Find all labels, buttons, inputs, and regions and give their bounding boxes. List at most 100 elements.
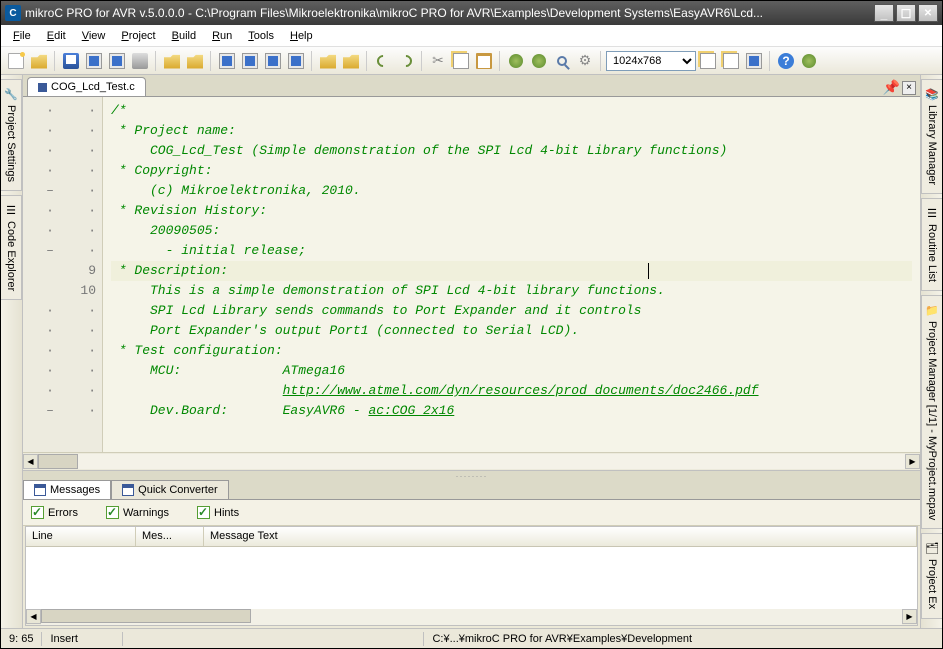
menu-build[interactable]: Build: [164, 27, 204, 45]
col-line[interactable]: Line: [26, 527, 136, 546]
sidebar-tab-library-manager[interactable]: 📚Library Manager: [921, 79, 942, 194]
grid-icon: [723, 53, 739, 69]
close-tab-button[interactable]: ×: [902, 81, 916, 95]
tb-btn-4[interactable]: [239, 50, 261, 72]
folder-icon: 📁: [925, 304, 939, 317]
menu-view[interactable]: View: [74, 27, 114, 45]
code-editor[interactable]: /* * Project name: COG_Lcd_Test (Simple …: [103, 97, 920, 452]
copy-button[interactable]: [450, 50, 472, 72]
tab-quick-converter[interactable]: Quick Converter: [111, 480, 228, 499]
sidebar-tab-project-explorer[interactable]: 🗂Project Ex: [921, 533, 942, 618]
sidebar-tab-project-settings[interactable]: 🔧Project Settings: [1, 79, 22, 191]
tb-btn-2[interactable]: [184, 50, 206, 72]
converter-icon: [122, 484, 134, 496]
url-link[interactable]: http://www.atmel.com/dyn/resources/prod_…: [283, 383, 759, 398]
table-header: Line Mes... Message Text: [26, 527, 917, 547]
tb-btn-9[interactable]: [551, 50, 573, 72]
tab-messages[interactable]: Messages: [23, 480, 111, 499]
warnings-checkbox[interactable]: Warnings: [106, 506, 169, 519]
main-area: 🔧Project Settings ☰Code Explorer COG_Lcd…: [1, 75, 942, 628]
new-file-button[interactable]: [5, 50, 27, 72]
file-tab[interactable]: COG_Lcd_Test.c: [27, 77, 146, 96]
save-all-button[interactable]: [83, 50, 105, 72]
errors-checkbox[interactable]: Errors: [31, 506, 78, 519]
paste-button[interactable]: [473, 50, 495, 72]
wrench-icon: 🔧: [4, 88, 18, 101]
messages-hscrollbar[interactable]: ◀ ▶: [26, 609, 917, 625]
save-project-button[interactable]: [106, 50, 128, 72]
folder-icon: [320, 53, 336, 69]
messages-table: Line Mes... Message Text ◀ ▶: [25, 526, 918, 626]
col-message-text[interactable]: Message Text: [204, 527, 917, 546]
scroll-track[interactable]: [38, 454, 905, 469]
save-button[interactable]: [60, 50, 82, 72]
separator: [155, 51, 157, 71]
editor-hscrollbar[interactable]: ◀ ▶: [23, 452, 920, 470]
tb-btn-1[interactable]: [161, 50, 183, 72]
menu-project[interactable]: Project: [113, 27, 163, 45]
print-button[interactable]: [129, 50, 151, 72]
menu-file[interactable]: File: [5, 27, 39, 45]
tb-btn-12[interactable]: [720, 50, 742, 72]
scroll-left-button[interactable]: ◀: [23, 454, 38, 469]
tb-btn-7[interactable]: [317, 50, 339, 72]
col-message-no[interactable]: Mes...: [136, 527, 204, 546]
minimize-button[interactable]: _: [874, 4, 894, 22]
tb-btn-14[interactable]: [798, 50, 820, 72]
help-button[interactable]: ?: [775, 50, 797, 72]
scroll-thumb[interactable]: [41, 609, 251, 623]
pin-icon[interactable]: 📌: [883, 79, 900, 96]
file-tab-label: COG_Lcd_Test.c: [51, 81, 135, 93]
tb-btn-5[interactable]: [262, 50, 284, 72]
panel-icon: [265, 53, 281, 69]
gear-icon: ⚙: [579, 52, 592, 69]
line-gutter: ·· ·· ·· ·· –· ·· ·· –· 9 10 ·· ·· ·· ··…: [23, 97, 103, 452]
green-dot-icon: [802, 54, 816, 68]
scroll-track[interactable]: [41, 609, 902, 625]
menu-help[interactable]: Help: [282, 27, 321, 45]
app-icon: C: [5, 5, 21, 21]
menu-run[interactable]: Run: [204, 27, 240, 45]
paste-icon: [476, 53, 492, 69]
statusbar: 9: 65 Insert C:¥...¥mikroC PRO for AVR¥E…: [1, 628, 942, 648]
list-icon: ☰: [6, 204, 16, 217]
maximize-button[interactable]: ☐: [896, 4, 916, 22]
scroll-thumb[interactable]: [38, 454, 78, 469]
green-dot-icon: [509, 54, 523, 68]
close-button[interactable]: ✕: [918, 4, 938, 22]
hints-checkbox[interactable]: Hints: [197, 506, 239, 519]
titlebar: C mikroC PRO for AVR v.5.0.0.0 - C:\Prog…: [1, 1, 942, 25]
menu-edit[interactable]: Edit: [39, 27, 74, 45]
tb-btn-8[interactable]: [340, 50, 362, 72]
cursor-position: 9: 65: [1, 633, 41, 645]
separator: [499, 51, 501, 71]
separator: [421, 51, 423, 71]
folder-icon: [187, 53, 203, 69]
tb-btn-11[interactable]: [697, 50, 719, 72]
tb-btn-10[interactable]: ⚙: [574, 50, 596, 72]
tb-green-1[interactable]: [505, 50, 527, 72]
splitter[interactable]: ········: [23, 470, 920, 478]
checkbox-icon: [31, 506, 44, 519]
sidebar-tab-project-manager[interactable]: 📁Project Manager [1/1] - MyProject.mcpav: [921, 295, 942, 529]
tb-btn-13[interactable]: [743, 50, 765, 72]
tb-btn-3[interactable]: [216, 50, 238, 72]
cut-button[interactable]: ✂: [427, 50, 449, 72]
scroll-left-button[interactable]: ◀: [26, 609, 41, 624]
copy-icon: [453, 53, 469, 69]
save-all-icon: [86, 53, 102, 69]
url-link[interactable]: ac:COG_2x16: [368, 403, 454, 418]
open-file-button[interactable]: [28, 50, 50, 72]
tb-btn-6[interactable]: [285, 50, 307, 72]
open-folder-icon: [31, 53, 47, 69]
scroll-right-button[interactable]: ▶: [905, 454, 920, 469]
sidebar-tab-code-explorer[interactable]: ☰Code Explorer: [1, 195, 22, 300]
tb-green-2[interactable]: [528, 50, 550, 72]
menu-tools[interactable]: Tools: [240, 27, 282, 45]
redo-button[interactable]: [395, 50, 417, 72]
separator: [366, 51, 368, 71]
resolution-select[interactable]: 1024x768: [606, 51, 696, 71]
scroll-right-button[interactable]: ▶: [902, 609, 917, 624]
sidebar-tab-routine-list[interactable]: ☰Routine List: [921, 198, 942, 291]
undo-button[interactable]: [372, 50, 394, 72]
